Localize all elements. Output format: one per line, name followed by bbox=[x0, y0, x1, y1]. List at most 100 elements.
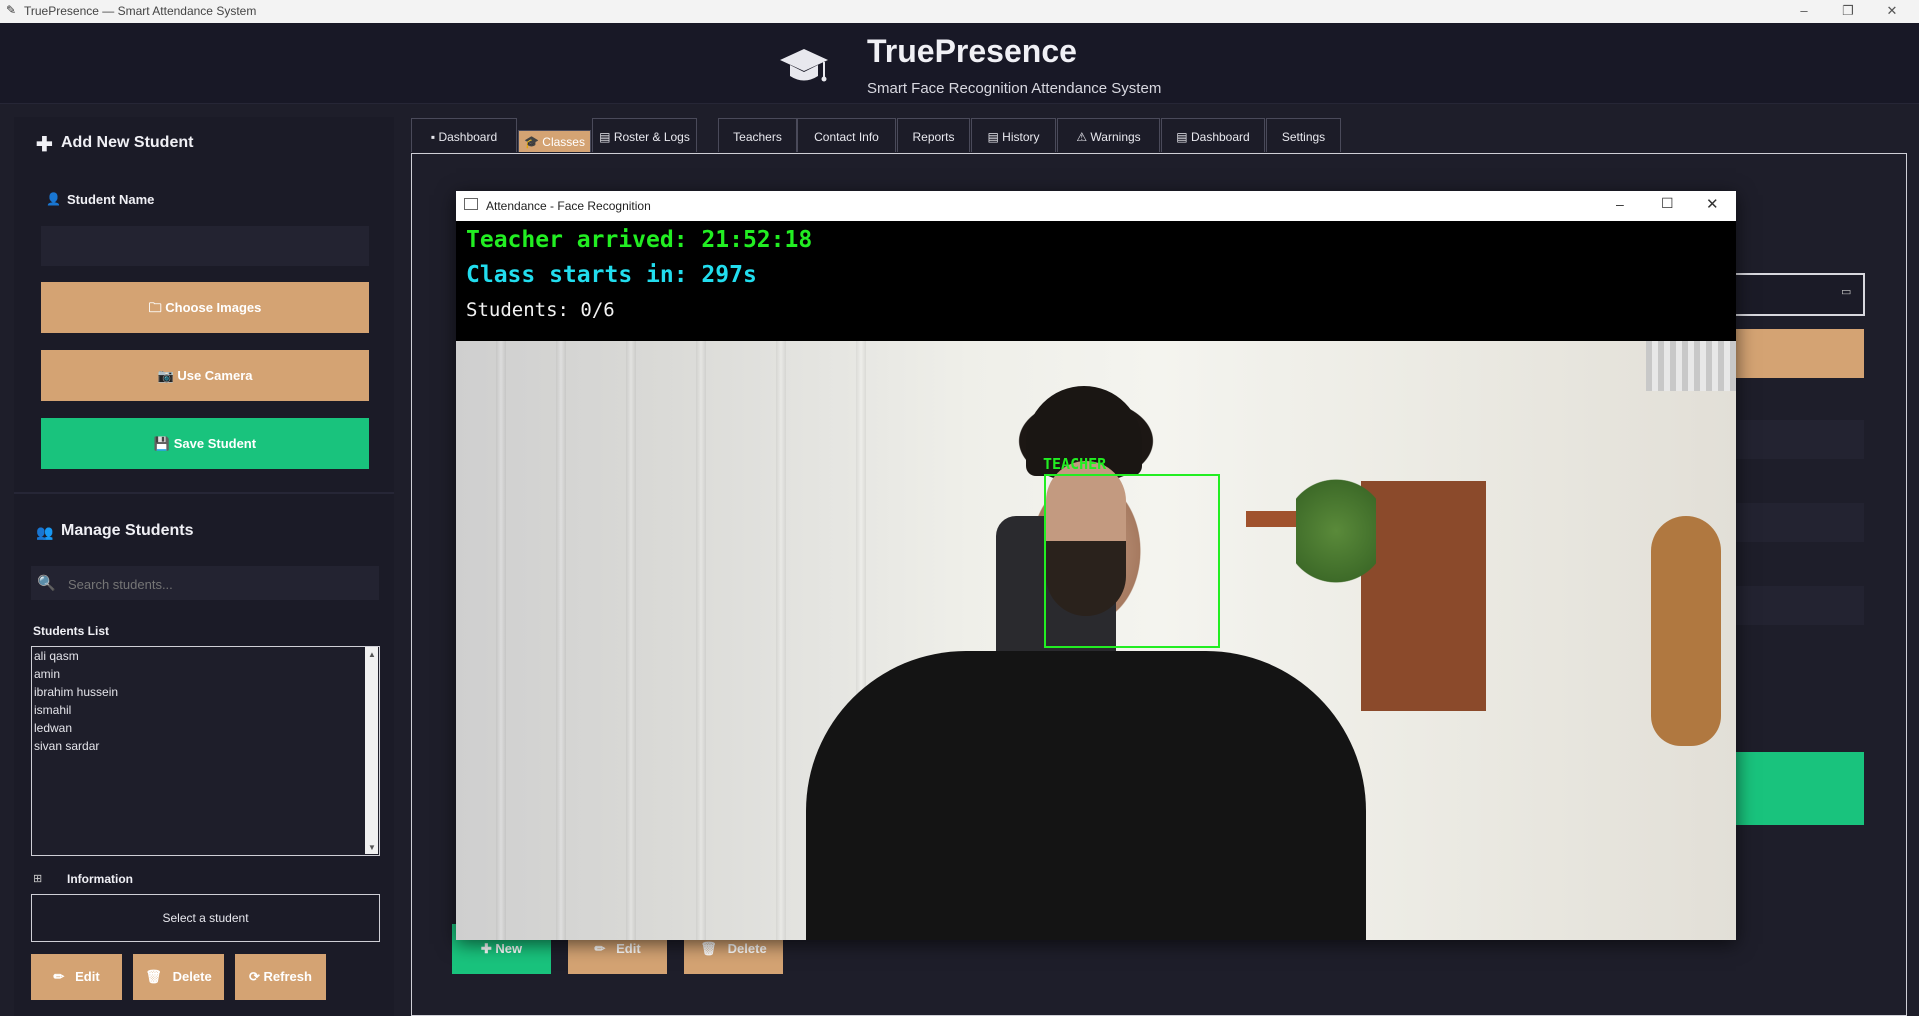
delete-student-button[interactable]: 🗑 Delete bbox=[133, 954, 224, 1000]
trash-icon: 🗑 bbox=[700, 941, 717, 956]
class-field-2[interactable] bbox=[1736, 503, 1864, 542]
class-select[interactable]: ▭ bbox=[1733, 273, 1865, 316]
delete-label: Delete bbox=[172, 969, 212, 984]
face-detection-box bbox=[1044, 474, 1220, 648]
curtain bbox=[626, 341, 636, 940]
use-camera-button[interactable]: 📷 Use Camera bbox=[41, 350, 369, 401]
scroll-down-icon[interactable]: ▼ bbox=[368, 843, 376, 852]
save-student-button[interactable]: 💾 Save Student bbox=[41, 418, 369, 469]
close-icon[interactable]: ✕ bbox=[1870, 0, 1914, 23]
manage-students-title: Manage Students bbox=[61, 522, 194, 539]
bookcase bbox=[1361, 481, 1486, 711]
choose-images-label: Choose Images bbox=[165, 300, 262, 315]
maximize-icon[interactable]: ☐ bbox=[1661, 195, 1674, 212]
students-list[interactable]: ali qasm amin ibrahim hussein ismahil le… bbox=[31, 646, 380, 856]
dropdown-icon: ▭ bbox=[1841, 286, 1852, 298]
tab-dashboard[interactable]: ▪ Dashboard bbox=[411, 118, 517, 152]
class-action-button[interactable] bbox=[1736, 329, 1864, 378]
tab-contact-info[interactable]: Contact Info bbox=[797, 118, 896, 152]
tab-dashboard-2[interactable]: ▤ Dashboard bbox=[1161, 118, 1265, 152]
info-icon: ⊞ bbox=[33, 873, 43, 885]
window-app-icon bbox=[464, 198, 478, 210]
camera-window-titlebar[interactable]: Attendance - Face Recognition – ☐ ✕ bbox=[456, 191, 1736, 221]
dashboard-icon: ▪ bbox=[430, 130, 436, 144]
delete-label: Delete bbox=[727, 941, 767, 956]
refresh-label: Refresh bbox=[263, 969, 312, 984]
camera-icon: 📷 bbox=[157, 368, 174, 383]
tab-label: History bbox=[1002, 130, 1040, 144]
tab-warnings[interactable]: ⚠ Warnings bbox=[1057, 118, 1160, 152]
new-label: New bbox=[495, 941, 523, 956]
list-icon: ▤ bbox=[599, 130, 611, 144]
minimize-icon[interactable]: – bbox=[1616, 196, 1624, 212]
tab-label: Contact Info bbox=[814, 130, 879, 144]
camera-window-title: Attendance - Face Recognition bbox=[486, 199, 651, 213]
tab-reports[interactable]: Reports bbox=[897, 118, 970, 152]
plus-icon: ✚ bbox=[36, 134, 53, 156]
search-icon: 🔍 bbox=[37, 575, 56, 592]
feather-icon: ✎ bbox=[6, 3, 17, 17]
edit-label: Edit bbox=[616, 941, 641, 956]
warning-icon: ⚠ bbox=[1076, 130, 1088, 144]
dashboard-icon: ▤ bbox=[1176, 130, 1188, 144]
curtain bbox=[556, 341, 566, 940]
student-name-input[interactable] bbox=[41, 226, 369, 266]
information-box: Select a student bbox=[31, 894, 380, 942]
list-item[interactable]: ali qasm bbox=[32, 647, 379, 665]
list-scrollbar[interactable]: ▲ ▼ bbox=[365, 647, 378, 854]
restore-icon[interactable]: ❐ bbox=[1826, 0, 1870, 23]
list-item[interactable]: amin bbox=[32, 665, 379, 683]
edit-student-button[interactable]: ✏ Edit bbox=[31, 954, 122, 1000]
teacher-arrived-text: Teacher arrived: 21:52:18 bbox=[466, 227, 813, 253]
tab-settings[interactable]: Settings bbox=[1266, 118, 1341, 152]
refresh-icon: ⟳ bbox=[249, 969, 260, 984]
class-starts-text: Class starts in: 297s bbox=[466, 262, 757, 288]
guitar bbox=[1651, 516, 1721, 746]
tab-label: Classes bbox=[542, 135, 585, 149]
save-icon: 💾 bbox=[153, 436, 171, 451]
list-item[interactable]: ismahil bbox=[32, 701, 379, 719]
students-list-label: Students List bbox=[33, 624, 110, 638]
use-camera-label: Use Camera bbox=[177, 368, 253, 383]
graduation-cap-icon bbox=[778, 45, 830, 100]
tab-label: Settings bbox=[1281, 130, 1326, 144]
close-icon[interactable]: ✕ bbox=[1706, 195, 1719, 213]
add-student-title: Add New Student bbox=[61, 134, 194, 151]
divider bbox=[14, 492, 394, 494]
class-field-3[interactable] bbox=[1736, 586, 1864, 625]
list-item[interactable]: ibrahim hussein bbox=[32, 683, 379, 701]
os-window-title: TruePresence — Smart Attendance System bbox=[24, 4, 257, 18]
class-start-button[interactable] bbox=[1736, 752, 1864, 825]
tab-label: Dashboard bbox=[1190, 130, 1250, 144]
tab-classes[interactable]: 🎓 Classes bbox=[518, 130, 591, 152]
tab-roster-logs[interactable]: ▤ Roster & Logs bbox=[592, 118, 697, 152]
curtain bbox=[696, 341, 706, 940]
list-item[interactable]: ledwan bbox=[32, 719, 379, 737]
tab-label: Dashboard bbox=[438, 130, 498, 144]
class-field-1[interactable] bbox=[1736, 420, 1864, 459]
curtain bbox=[776, 341, 786, 940]
search-input[interactable] bbox=[66, 570, 370, 598]
camera-window: Attendance - Face Recognition – ☐ ✕ Teac… bbox=[456, 191, 1736, 940]
refresh-button[interactable]: ⟳ Refresh bbox=[235, 954, 326, 1000]
tab-history[interactable]: ▤ History bbox=[971, 118, 1056, 152]
tab-label: Reports bbox=[912, 130, 955, 144]
pencil-icon: ✏ bbox=[594, 941, 606, 956]
camera-feed: TEACHER bbox=[456, 341, 1736, 940]
tab-teachers[interactable]: Teachers bbox=[718, 118, 797, 152]
minimize-icon[interactable]: – bbox=[1782, 0, 1826, 23]
curtain bbox=[496, 341, 506, 940]
user-icon: 👤 bbox=[46, 192, 61, 206]
scroll-up-icon[interactable]: ▲ bbox=[368, 650, 376, 659]
tab-label: Roster & Logs bbox=[613, 130, 690, 144]
choose-images-button[interactable]: 🗀 Choose Images bbox=[41, 282, 369, 333]
list-item[interactable]: sivan sardar bbox=[32, 737, 379, 755]
plus-icon: ✚ bbox=[480, 941, 492, 956]
information-label: Information bbox=[67, 872, 133, 886]
edit-label: Edit bbox=[75, 969, 100, 984]
folder-icon: 🗀 bbox=[148, 300, 162, 315]
pencil-icon: ✏ bbox=[53, 969, 65, 984]
window-vent bbox=[1646, 341, 1736, 391]
clipboard-icon: ▤ bbox=[987, 130, 999, 144]
save-student-label: Save Student bbox=[173, 436, 257, 451]
